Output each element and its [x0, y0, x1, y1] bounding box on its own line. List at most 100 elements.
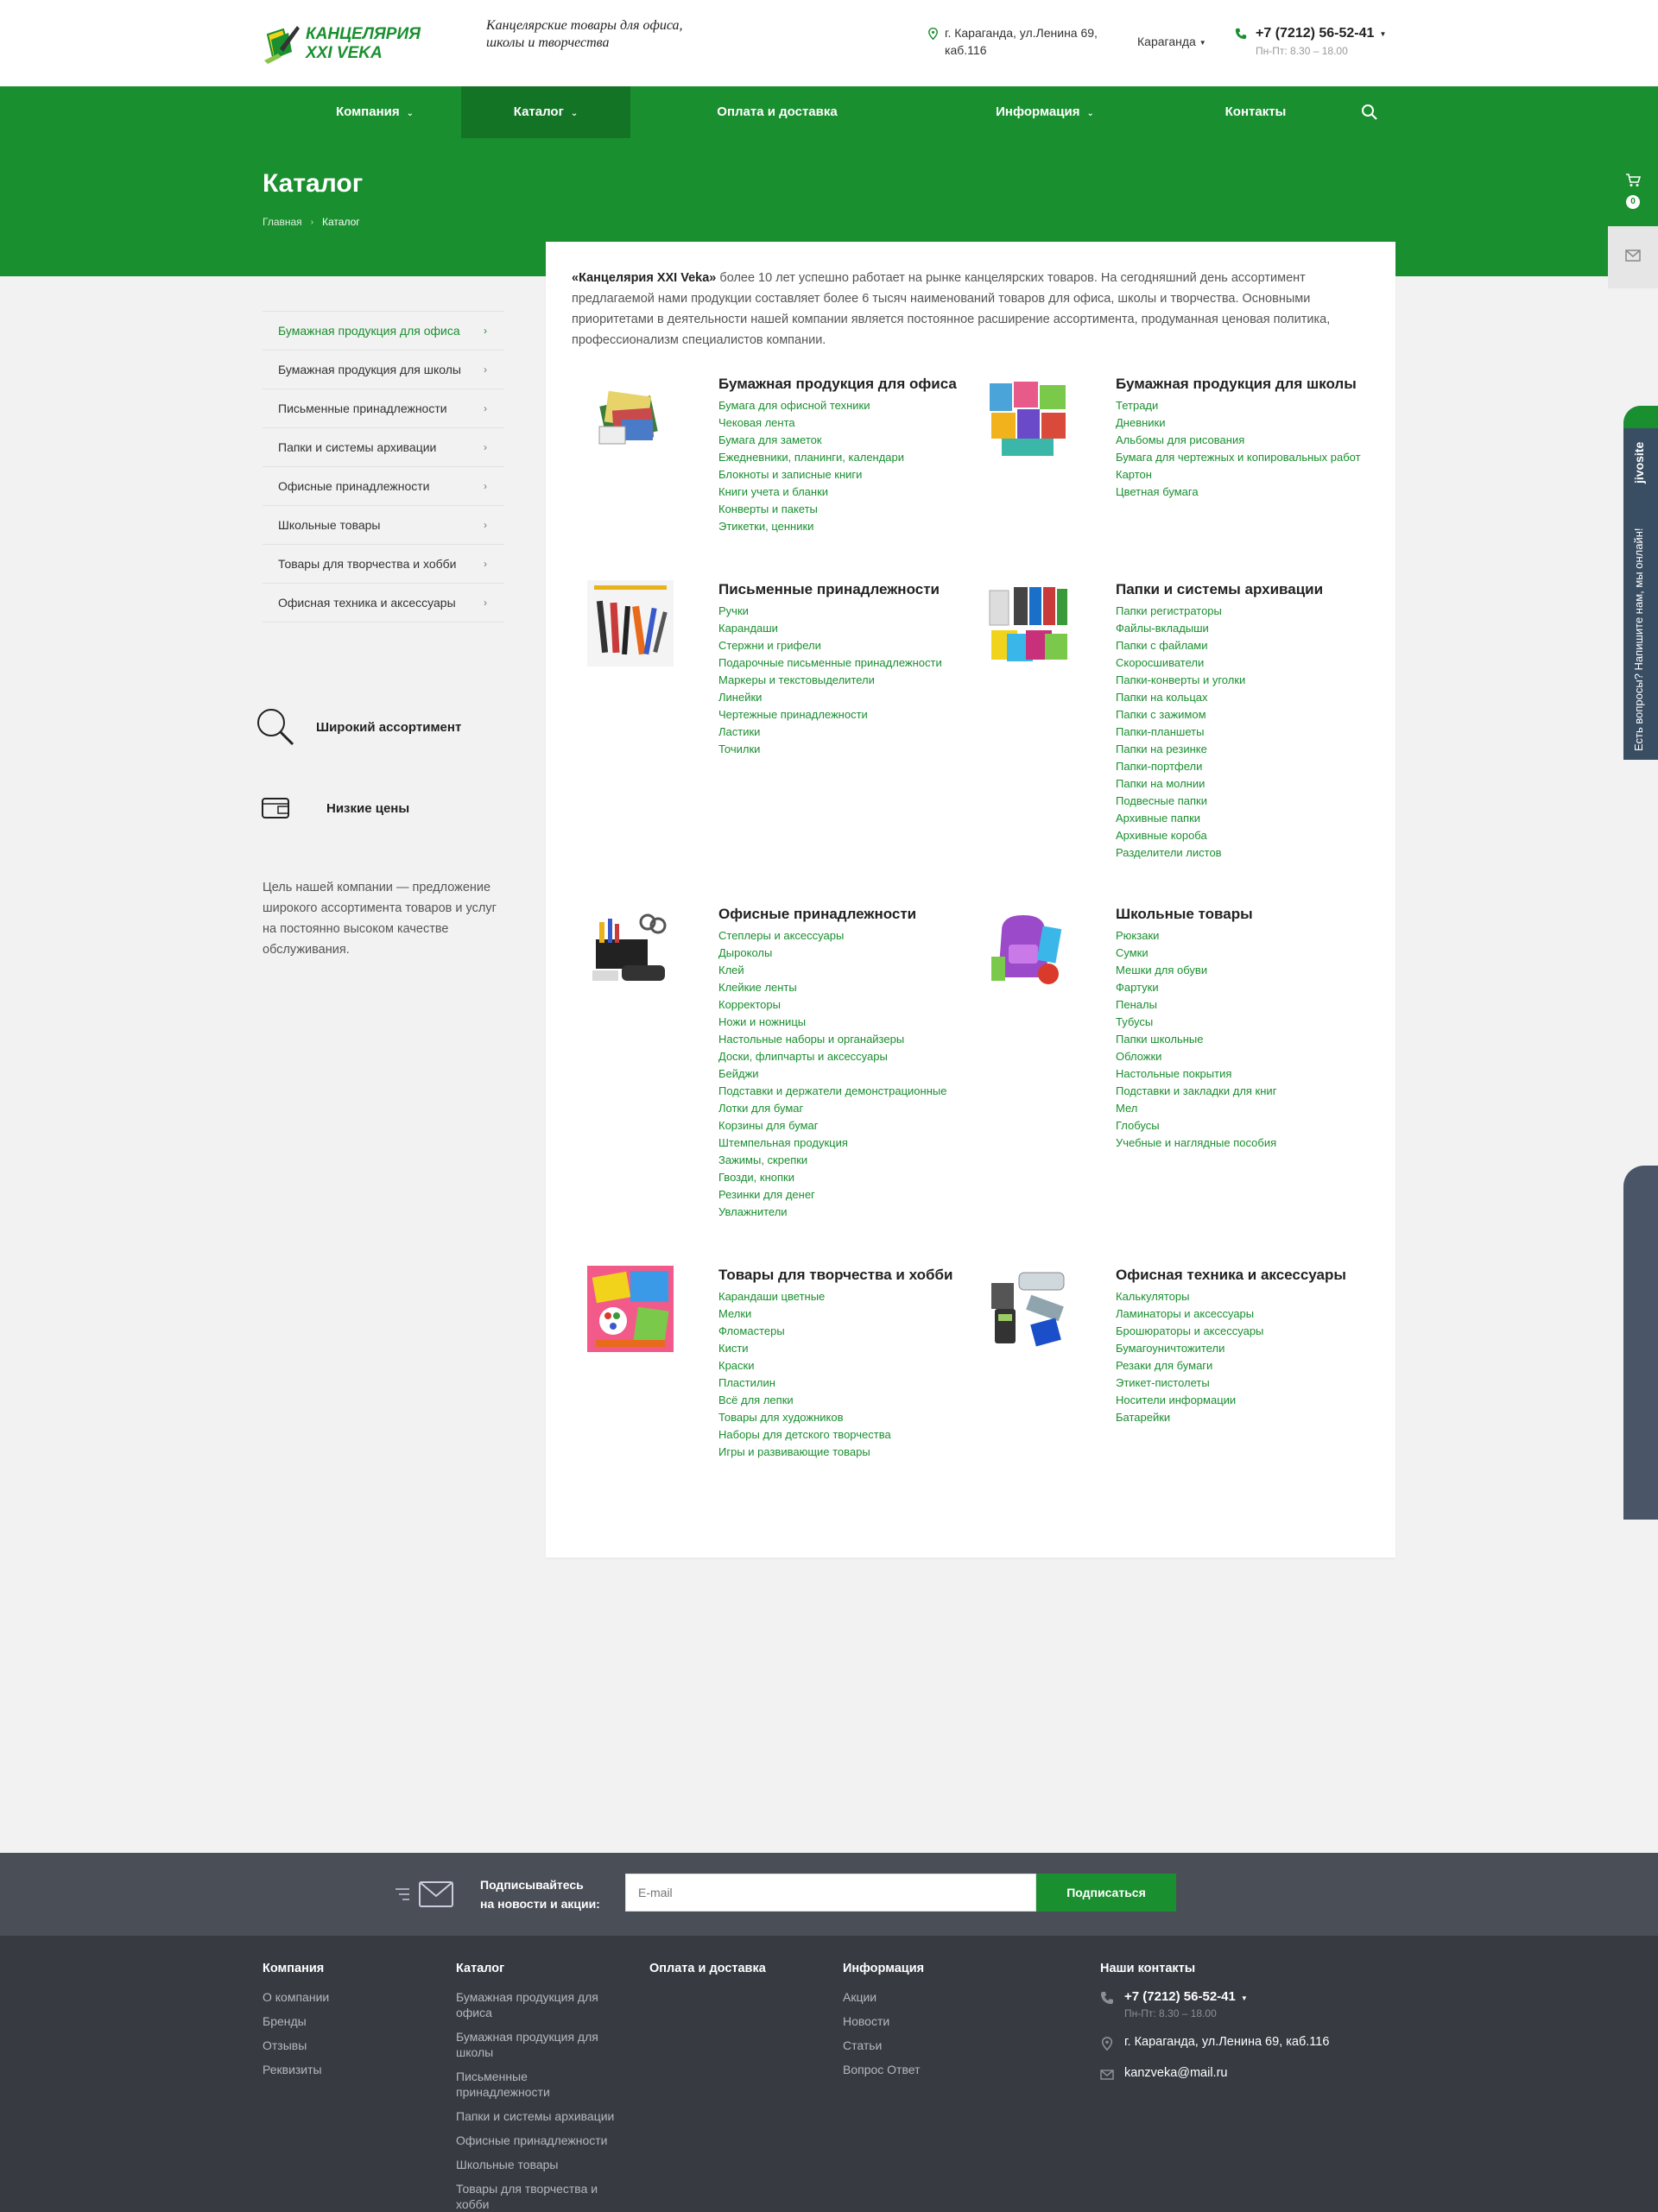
- writing-image[interactable]: [587, 580, 674, 667]
- nav-contacts[interactable]: Контакты: [1174, 86, 1337, 138]
- category-link[interactable]: Сумки: [1116, 945, 1375, 962]
- category-link[interactable]: Этикет-пистолеты: [1116, 1375, 1375, 1392]
- category-link[interactable]: Тетради: [1116, 397, 1375, 414]
- category-link[interactable]: Гвозди, кнопки: [718, 1169, 978, 1186]
- category-title[interactable]: Школьные товары: [1116, 905, 1375, 924]
- category-link[interactable]: Точилки: [718, 741, 978, 758]
- category-link[interactable]: Подвесные папки: [1116, 793, 1375, 810]
- nav-delivery[interactable]: Оплата и доставка: [674, 86, 881, 138]
- category-link[interactable]: Альбомы для рисования: [1116, 432, 1375, 449]
- sidebar-item-writing[interactable]: Письменные принадлежности ›: [263, 389, 504, 428]
- category-link[interactable]: Файлы-вкладыши: [1116, 620, 1375, 637]
- category-link[interactable]: Папки-конверты и уголки: [1116, 672, 1375, 689]
- sidebar-item-school-paper[interactable]: Бумажная продукция для школы ›: [263, 351, 504, 389]
- sidebar-item-office-supplies[interactable]: Офисные принадлежности ›: [263, 467, 504, 506]
- category-link[interactable]: Архивные папки: [1116, 810, 1375, 827]
- category-link[interactable]: Обложки: [1116, 1048, 1375, 1065]
- category-link[interactable]: Зажимы, скрепки: [718, 1152, 978, 1169]
- sidebar-item-folders[interactable]: Папки и системы архивации ›: [263, 428, 504, 467]
- category-link[interactable]: Корректоры: [718, 996, 978, 1014]
- category-link[interactable]: Резаки для бумаги: [1116, 1357, 1375, 1375]
- category-link[interactable]: Папки-планшеты: [1116, 724, 1375, 741]
- category-title[interactable]: Бумажная продукция для офиса: [718, 375, 978, 394]
- category-link[interactable]: Фломастеры: [718, 1323, 978, 1340]
- category-link[interactable]: Цветная бумага: [1116, 483, 1375, 501]
- category-link[interactable]: Бумагоуничтожители: [1116, 1340, 1375, 1357]
- email-input[interactable]: [625, 1874, 1036, 1912]
- school-paper-image[interactable]: [984, 375, 1071, 461]
- category-link[interactable]: Корзины для бумаг: [718, 1117, 978, 1134]
- hobby-image[interactable]: [587, 1266, 674, 1352]
- category-link[interactable]: Папки с зажимом: [1116, 706, 1375, 724]
- school-goods-image[interactable]: [984, 905, 1071, 991]
- logo[interactable]: КАНЦЕЛЯРИЯ XXI VEKA: [263, 21, 427, 67]
- category-link[interactable]: Наборы для детского творчества: [718, 1426, 978, 1444]
- category-link[interactable]: Фартуки: [1116, 979, 1375, 996]
- category-link[interactable]: Папки на молнии: [1116, 775, 1375, 793]
- nav-info[interactable]: Информация ⌄: [959, 86, 1131, 138]
- footer-link[interactable]: Новости: [843, 2013, 1016, 2029]
- category-link[interactable]: Папки с файлами: [1116, 637, 1375, 654]
- category-link[interactable]: Разделители листов: [1116, 844, 1375, 862]
- category-title[interactable]: Папки и системы архивации: [1116, 580, 1375, 599]
- category-link[interactable]: Степлеры и аксессуары: [718, 927, 978, 945]
- footer-link[interactable]: Письменные принадлежности: [456, 2069, 568, 2100]
- category-link[interactable]: Калькуляторы: [1116, 1288, 1375, 1305]
- category-link[interactable]: Мел: [1116, 1100, 1375, 1117]
- footer-link[interactable]: Отзывы: [263, 2038, 435, 2053]
- category-link[interactable]: Увлажнители: [718, 1204, 978, 1221]
- footer-link[interactable]: Статьи: [843, 2038, 1016, 2053]
- footer-link[interactable]: Бренды: [263, 2013, 435, 2029]
- category-link[interactable]: Пеналы: [1116, 996, 1375, 1014]
- category-title[interactable]: Товары для творчества и хобби: [718, 1266, 978, 1285]
- category-link[interactable]: Носители информации: [1116, 1392, 1375, 1409]
- subscribe-button[interactable]: Подписаться: [1036, 1874, 1176, 1912]
- category-link[interactable]: Мешки для обуви: [1116, 962, 1375, 979]
- category-link[interactable]: Папки на кольцах: [1116, 689, 1375, 706]
- category-link[interactable]: Клей: [718, 962, 978, 979]
- chat-widget-tab[interactable]: jivosite Есть вопросы? Напишите нам, мы …: [1623, 406, 1658, 760]
- category-link[interactable]: Рюкзаки: [1116, 927, 1375, 945]
- footer-col-title[interactable]: Информация: [843, 1962, 1016, 1975]
- footer-link[interactable]: Вопрос Ответ: [843, 2062, 1016, 2077]
- search-icon[interactable]: [1361, 104, 1378, 121]
- category-link[interactable]: Бумага для чертежных и копировальных раб…: [1116, 449, 1375, 466]
- category-link[interactable]: Бумага для офисной техники: [718, 397, 978, 414]
- category-link[interactable]: Папки школьные: [1116, 1031, 1375, 1048]
- category-link[interactable]: Клейкие ленты: [718, 979, 978, 996]
- footer-link[interactable]: Папки и системы архивации: [456, 2108, 629, 2124]
- category-link[interactable]: Папки на резинке: [1116, 741, 1375, 758]
- city-selector[interactable]: Караганда ▼: [1137, 35, 1206, 48]
- category-title[interactable]: Офисная техника и аксессуары: [1116, 1266, 1375, 1285]
- footer-col-title[interactable]: Каталог: [456, 1962, 629, 1975]
- folders-image[interactable]: [984, 580, 1071, 667]
- category-link[interactable]: Настольные наборы и органайзеры: [718, 1031, 978, 1048]
- footer-email[interactable]: kanzveka@mail.ru: [1100, 2066, 1329, 2082]
- office-supplies-image[interactable]: [587, 905, 674, 991]
- category-link[interactable]: Настольные покрытия: [1116, 1065, 1375, 1083]
- category-link[interactable]: Скоросшиватели: [1116, 654, 1375, 672]
- category-link[interactable]: Дневники: [1116, 414, 1375, 432]
- category-link[interactable]: Чертежные принадлежности: [718, 706, 978, 724]
- side-panel-tab[interactable]: [1623, 1166, 1658, 1520]
- footer-link[interactable]: Акции: [843, 1989, 1016, 2005]
- category-link[interactable]: Краски: [718, 1357, 978, 1375]
- category-link[interactable]: Маркеры и текстовыделители: [718, 672, 978, 689]
- category-link[interactable]: Ластики: [718, 724, 978, 741]
- category-link[interactable]: Карандаши: [718, 620, 978, 637]
- footer-link[interactable]: Школьные товары: [456, 2157, 629, 2172]
- category-link[interactable]: Книги учета и бланки: [718, 483, 978, 501]
- category-link[interactable]: Ручки: [718, 603, 978, 620]
- footer-link[interactable]: Бумажная продукция для школы: [456, 2029, 629, 2060]
- sidebar-item-office-tech[interactable]: Офисная техника и аксессуары ›: [263, 584, 504, 623]
- category-link[interactable]: Товары для художников: [718, 1409, 978, 1426]
- category-link[interactable]: Подставки и держатели демонстрационные: [718, 1083, 978, 1100]
- category-link[interactable]: Ламинаторы и аксессуары: [1116, 1305, 1375, 1323]
- footer-col-title[interactable]: Компания: [263, 1962, 435, 1975]
- category-title[interactable]: Бумажная продукция для школы: [1116, 375, 1375, 394]
- sidebar-item-office-paper[interactable]: Бумажная продукция для офиса ›: [263, 311, 504, 351]
- category-link[interactable]: Пластилин: [718, 1375, 978, 1392]
- category-link[interactable]: Учебные и наглядные пособия: [1116, 1134, 1375, 1152]
- footer-phone[interactable]: +7 (7212) 56-52-41 ▼ Пн-Пт: 8.30 – 18.00: [1100, 1989, 1329, 2019]
- category-link[interactable]: Этикетки, ценники: [718, 518, 978, 535]
